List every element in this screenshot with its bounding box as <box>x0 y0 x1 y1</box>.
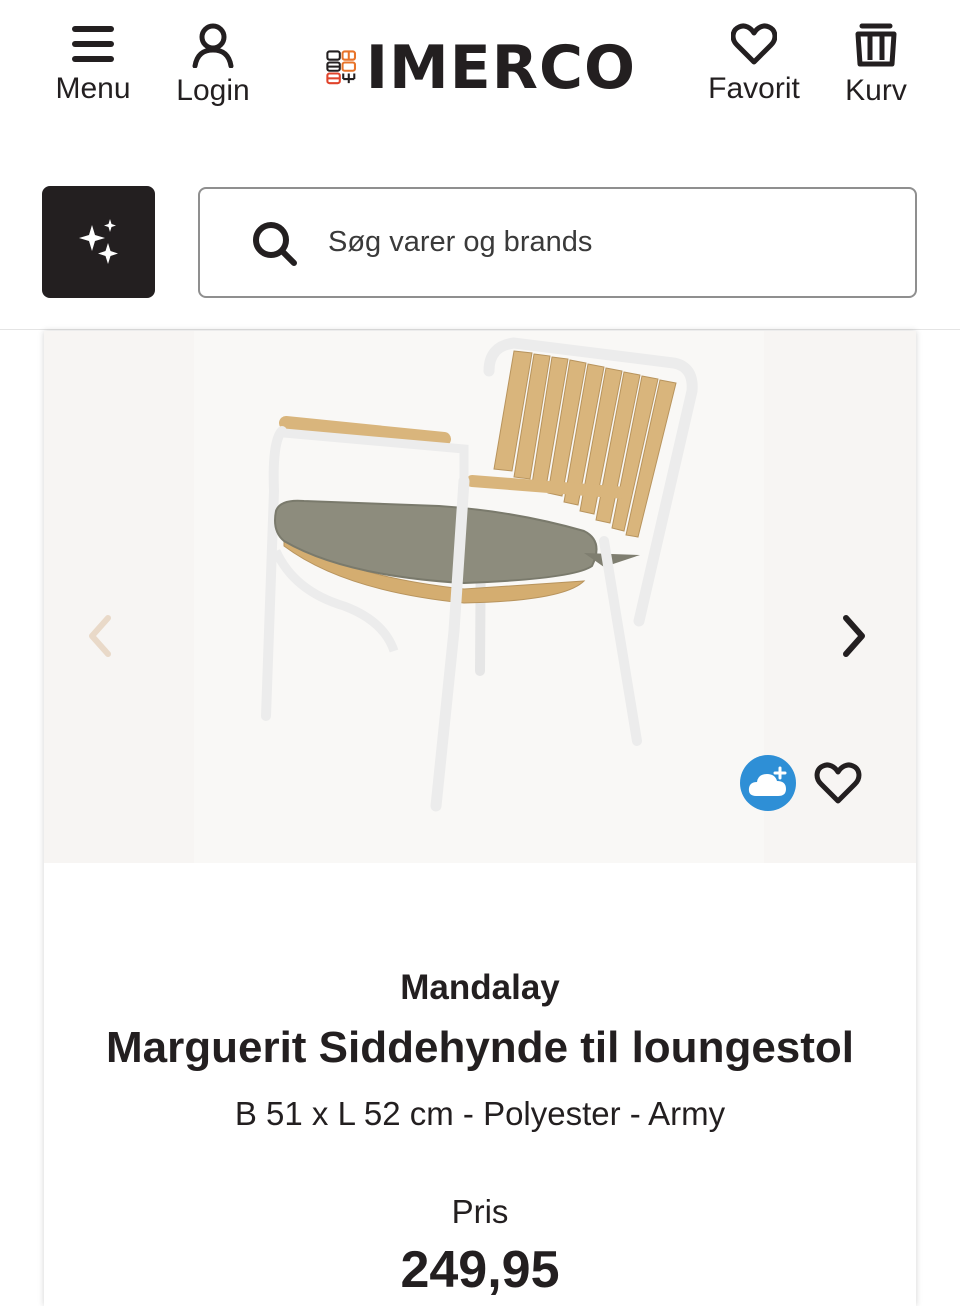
product-card: Mandalay Marguerit Siddehynde til lounge… <box>44 331 916 1306</box>
heart-outline-icon[interactable] <box>814 761 862 805</box>
product-subtitle: B 51 x L 52 cm - Polyester - Army <box>234 1095 726 1132</box>
sparkles-icon <box>78 219 118 264</box>
product-info: Mandalay Marguerit Siddehynde til lounge… <box>44 863 916 1306</box>
price-label: Pris <box>451 1193 509 1230</box>
logo-mark-icon <box>326 50 357 85</box>
chevron-left-icon[interactable] <box>84 613 114 659</box>
product-price: 249,95 <box>400 1241 560 1299</box>
heart-icon <box>731 23 777 65</box>
product-brand[interactable]: Mandalay <box>44 968 916 1008</box>
cloud-plus-icon <box>748 766 787 796</box>
login-button[interactable]: Login <box>170 22 256 107</box>
ai-assistant-button[interactable] <box>42 186 155 298</box>
chevron-right-icon[interactable] <box>840 613 870 659</box>
favorites-label: Favorit <box>708 72 800 105</box>
search-icon <box>253 221 297 266</box>
user-icon <box>192 23 234 68</box>
search-box[interactable] <box>198 187 917 298</box>
menu-button[interactable]: Menu <box>50 22 136 105</box>
product-image-carousel[interactable] <box>44 331 916 863</box>
menu-label: Menu <box>55 72 131 105</box>
hamburger-icon <box>72 26 114 62</box>
cart-label: Kurv <box>845 74 907 107</box>
login-label: Login <box>176 74 250 107</box>
imerco-logo[interactable]: IMERCO <box>326 36 636 100</box>
logo-text: IMERCO <box>365 33 636 103</box>
product-title: Marguerit Siddehynde til loungestol <box>105 1023 855 1072</box>
favorites-button[interactable]: Favorit <box>700 22 808 105</box>
cloud-save-button[interactable] <box>740 755 796 811</box>
search-input[interactable] <box>328 226 888 259</box>
cart-button[interactable]: Kurv <box>836 22 916 107</box>
site-header: Menu Login IMERCO Favorit Kurv Søg varer… <box>0 0 960 330</box>
basket-icon <box>855 23 897 67</box>
